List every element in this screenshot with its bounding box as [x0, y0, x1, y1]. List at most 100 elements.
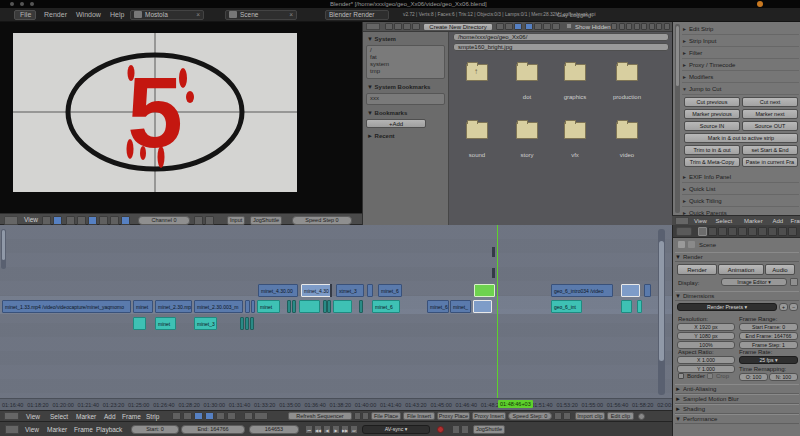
button-render[interactable]: Render [677, 264, 717, 275]
button-file-place[interactable]: File Place [371, 412, 401, 420]
strip-minet[interactable]: minet [257, 300, 280, 313]
panel-jump-to-cut[interactable]: ▼ Jump to Cut [682, 84, 799, 95]
toggle-icon[interactable] [121, 216, 130, 225]
toggle-icon[interactable] [205, 216, 214, 225]
av-sync-dropdown[interactable]: AV-sync ▾ [362, 425, 430, 434]
resolution-field-2[interactable]: 100% [677, 341, 735, 349]
strip[interactable] [299, 300, 320, 313]
button-source-out[interactable]: Source OUT [742, 121, 798, 131]
editor-type-icon[interactable] [366, 23, 380, 30]
playback-button-1[interactable]: ◀◀ [314, 425, 322, 434]
sort-alpha-icon[interactable] [525, 23, 533, 30]
resolution-field-1[interactable]: Y 1080 px [677, 332, 735, 340]
strip-minet_2.30.mp[interactable]: minet_2.30.mp [155, 300, 192, 313]
end-frame-field[interactable]: End: 164766 [181, 425, 245, 434]
speed-step-field[interactable]: Speed Step 0 [292, 216, 352, 225]
snap-menu-icon[interactable] [254, 412, 268, 420]
forward-icon[interactable] [394, 23, 402, 30]
strip[interactable] [644, 284, 651, 297]
strip-minet_6.3[interactable]: minet_6.3 [427, 300, 449, 313]
window-button[interactable] [30, 2, 34, 6]
panel-sampled-motion-blur[interactable]: ► Sampled Motion Blur [675, 394, 799, 404]
panel-proxy-timecode[interactable]: ► Proxy / Timecode [682, 60, 799, 71]
edit-clip-button[interactable]: Edit clip [607, 412, 634, 420]
button-cut-previous[interactable]: Cut previous [684, 97, 740, 107]
framerate-dropdown[interactable]: 25 fps ▾ [739, 356, 798, 364]
filter-icon[interactable] [619, 23, 625, 30]
folder-production[interactable]: production [603, 64, 651, 100]
strip[interactable] [621, 284, 640, 297]
button-paste-in-current-fra[interactable]: Paste in current Fra [742, 157, 798, 167]
dimensions-panel-header[interactable]: ▼Dimensions [675, 291, 799, 301]
strip-minet_[interactable]: minet_ [450, 300, 471, 313]
filter-icon[interactable] [626, 23, 632, 30]
menu-file[interactable]: File [20, 11, 31, 18]
menu-view[interactable]: View [25, 426, 39, 433]
import-clip-button[interactable]: Import clip [575, 412, 605, 420]
bookmarks-label[interactable]: ▼ Bookmarks [367, 110, 407, 116]
render-engine-selector[interactable]: Blender Render [325, 10, 389, 20]
folder-parent[interactable]: ↑ [453, 64, 501, 94]
panel-performance[interactable]: ▼ Performance [675, 414, 799, 424]
panel-quick-titling[interactable]: ► Quick Titling [682, 196, 799, 207]
properties-tab-1[interactable] [708, 227, 717, 236]
properties-tab-6[interactable] [758, 227, 767, 236]
panel-strip-input[interactable]: ► Strip Input [682, 36, 799, 47]
folder-story[interactable]: story [503, 122, 551, 158]
strip[interactable] [292, 300, 296, 313]
button-mark-in-out[interactable]: Mark in & out to active strip [684, 133, 798, 143]
add-bookmark-button[interactable]: + Add [366, 119, 426, 128]
strip[interactable] [327, 300, 331, 313]
vse-scrollbar-vertical[interactable] [658, 229, 665, 395]
filter-icon[interactable] [649, 23, 655, 30]
aspect-field-1[interactable]: Y 1.000 [677, 365, 735, 373]
panel-modifiers[interactable]: ► Modifiers [682, 72, 799, 83]
strip-xtmet_3[interactable]: xtmet_3 [336, 284, 364, 297]
remove-preset-button[interactable]: − [789, 303, 798, 311]
toggle-icon[interactable] [66, 216, 75, 225]
filter-icon[interactable] [611, 23, 617, 30]
folder-dot[interactable]: dot [503, 64, 551, 100]
show-hidden-checkbox[interactable] [566, 23, 572, 29]
properties-tab-5[interactable] [748, 227, 757, 236]
sort-ext-icon[interactable] [534, 23, 542, 30]
menu-help[interactable]: Help [110, 11, 124, 18]
record-button[interactable] [437, 426, 444, 433]
toggle-icon[interactable] [205, 412, 214, 420]
frame-range-field-2[interactable]: Frame Step: 1 [739, 341, 798, 349]
toggle-icon[interactable] [77, 216, 86, 225]
toggle-icon[interactable] [194, 412, 203, 420]
jogshuttle-button[interactable]: JogShuttle [250, 216, 282, 225]
strip[interactable] [621, 300, 632, 313]
aspect-field-0[interactable]: X 1.000 [677, 356, 735, 364]
editor-type-icon[interactable] [4, 216, 18, 225]
resolution-field-0[interactable]: X 1920 px [677, 323, 735, 331]
strip-minet_6[interactable]: minet_6 [378, 284, 402, 297]
snap-icon[interactable] [244, 412, 253, 420]
button-proxy-place[interactable]: Proxy Place [437, 412, 470, 420]
refresh-icon[interactable] [412, 23, 420, 30]
toggle-icon[interactable] [99, 216, 108, 225]
strip[interactable] [245, 300, 250, 313]
properties-tab-0[interactable] [698, 227, 707, 236]
menu-add[interactable]: Add [104, 413, 116, 420]
sort-size-icon[interactable] [552, 23, 560, 30]
folder-video[interactable]: video [603, 122, 651, 158]
strip-minet_3[interactable]: minet_3 [194, 317, 217, 330]
strip-minet_2.30.003_m[interactable]: minet_2.30.003_m [194, 300, 243, 313]
menu-add[interactable]: Add [772, 218, 783, 224]
properties-tab-9[interactable] [788, 227, 797, 236]
create-directory-button[interactable]: Create New Directory [423, 23, 493, 31]
filter-icon[interactable] [656, 23, 662, 30]
strip-geo_6_intro034[interactable]: geo_6_intro034 /video [551, 284, 613, 297]
menu-select[interactable]: Select [50, 413, 68, 420]
toggle-icon[interactable] [172, 412, 181, 420]
bookmark-item[interactable]: xxx [367, 94, 444, 101]
menu-frame[interactable]: Frame [791, 218, 800, 224]
strip[interactable] [240, 317, 244, 330]
remap-field-1[interactable]: N: 100 [769, 373, 798, 381]
system-item-[interactable]: / [367, 46, 444, 53]
strip-minet_4.30[interactable]: minet_4.30 [301, 284, 331, 297]
toggle-icon[interactable] [110, 216, 119, 225]
button-proxy-insert[interactable]: Proxy Insert [472, 412, 506, 420]
